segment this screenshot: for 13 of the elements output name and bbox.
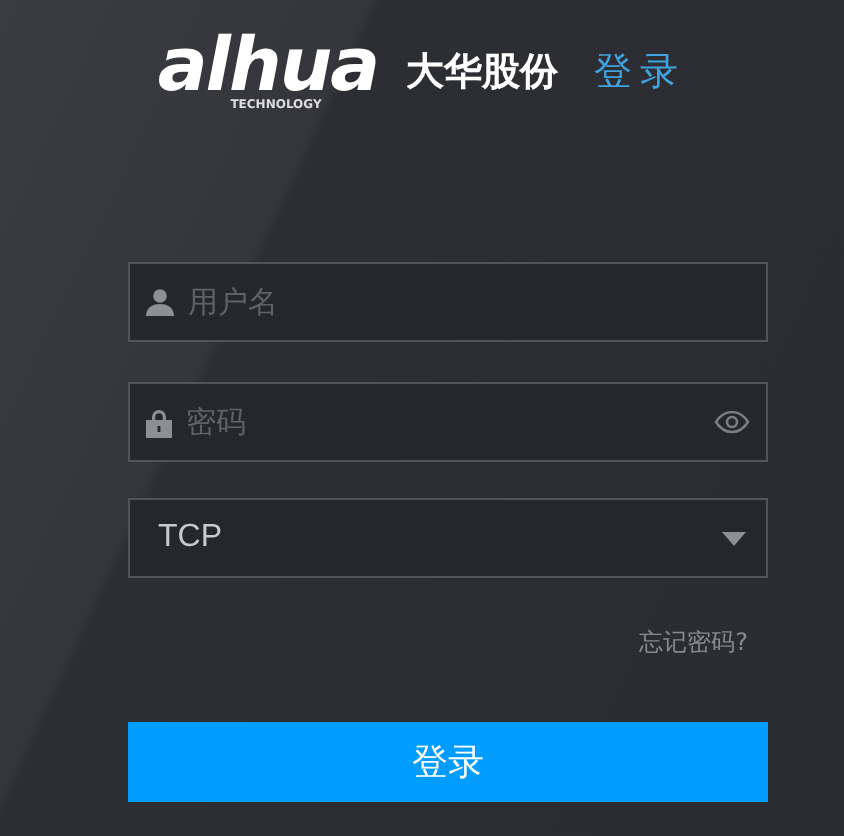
login-button[interactable]: 登录 bbox=[128, 722, 768, 802]
lock-icon bbox=[146, 407, 172, 437]
user-icon bbox=[146, 288, 174, 316]
company-name: 大华股份 bbox=[406, 48, 559, 98]
password-field[interactable]: 密码 bbox=[128, 382, 768, 462]
page-title: 登录 bbox=[594, 48, 687, 98]
password-input[interactable]: 密码 bbox=[186, 404, 700, 440]
eye-icon[interactable] bbox=[714, 410, 750, 434]
username-input[interactable]: 用户名 bbox=[188, 284, 750, 320]
username-field[interactable]: 用户名 bbox=[128, 262, 768, 342]
protocol-select[interactable]: TCP bbox=[128, 498, 768, 578]
forgot-password-link[interactable]: 忘记密码? bbox=[639, 626, 748, 660]
caret-icon bbox=[722, 531, 746, 545]
